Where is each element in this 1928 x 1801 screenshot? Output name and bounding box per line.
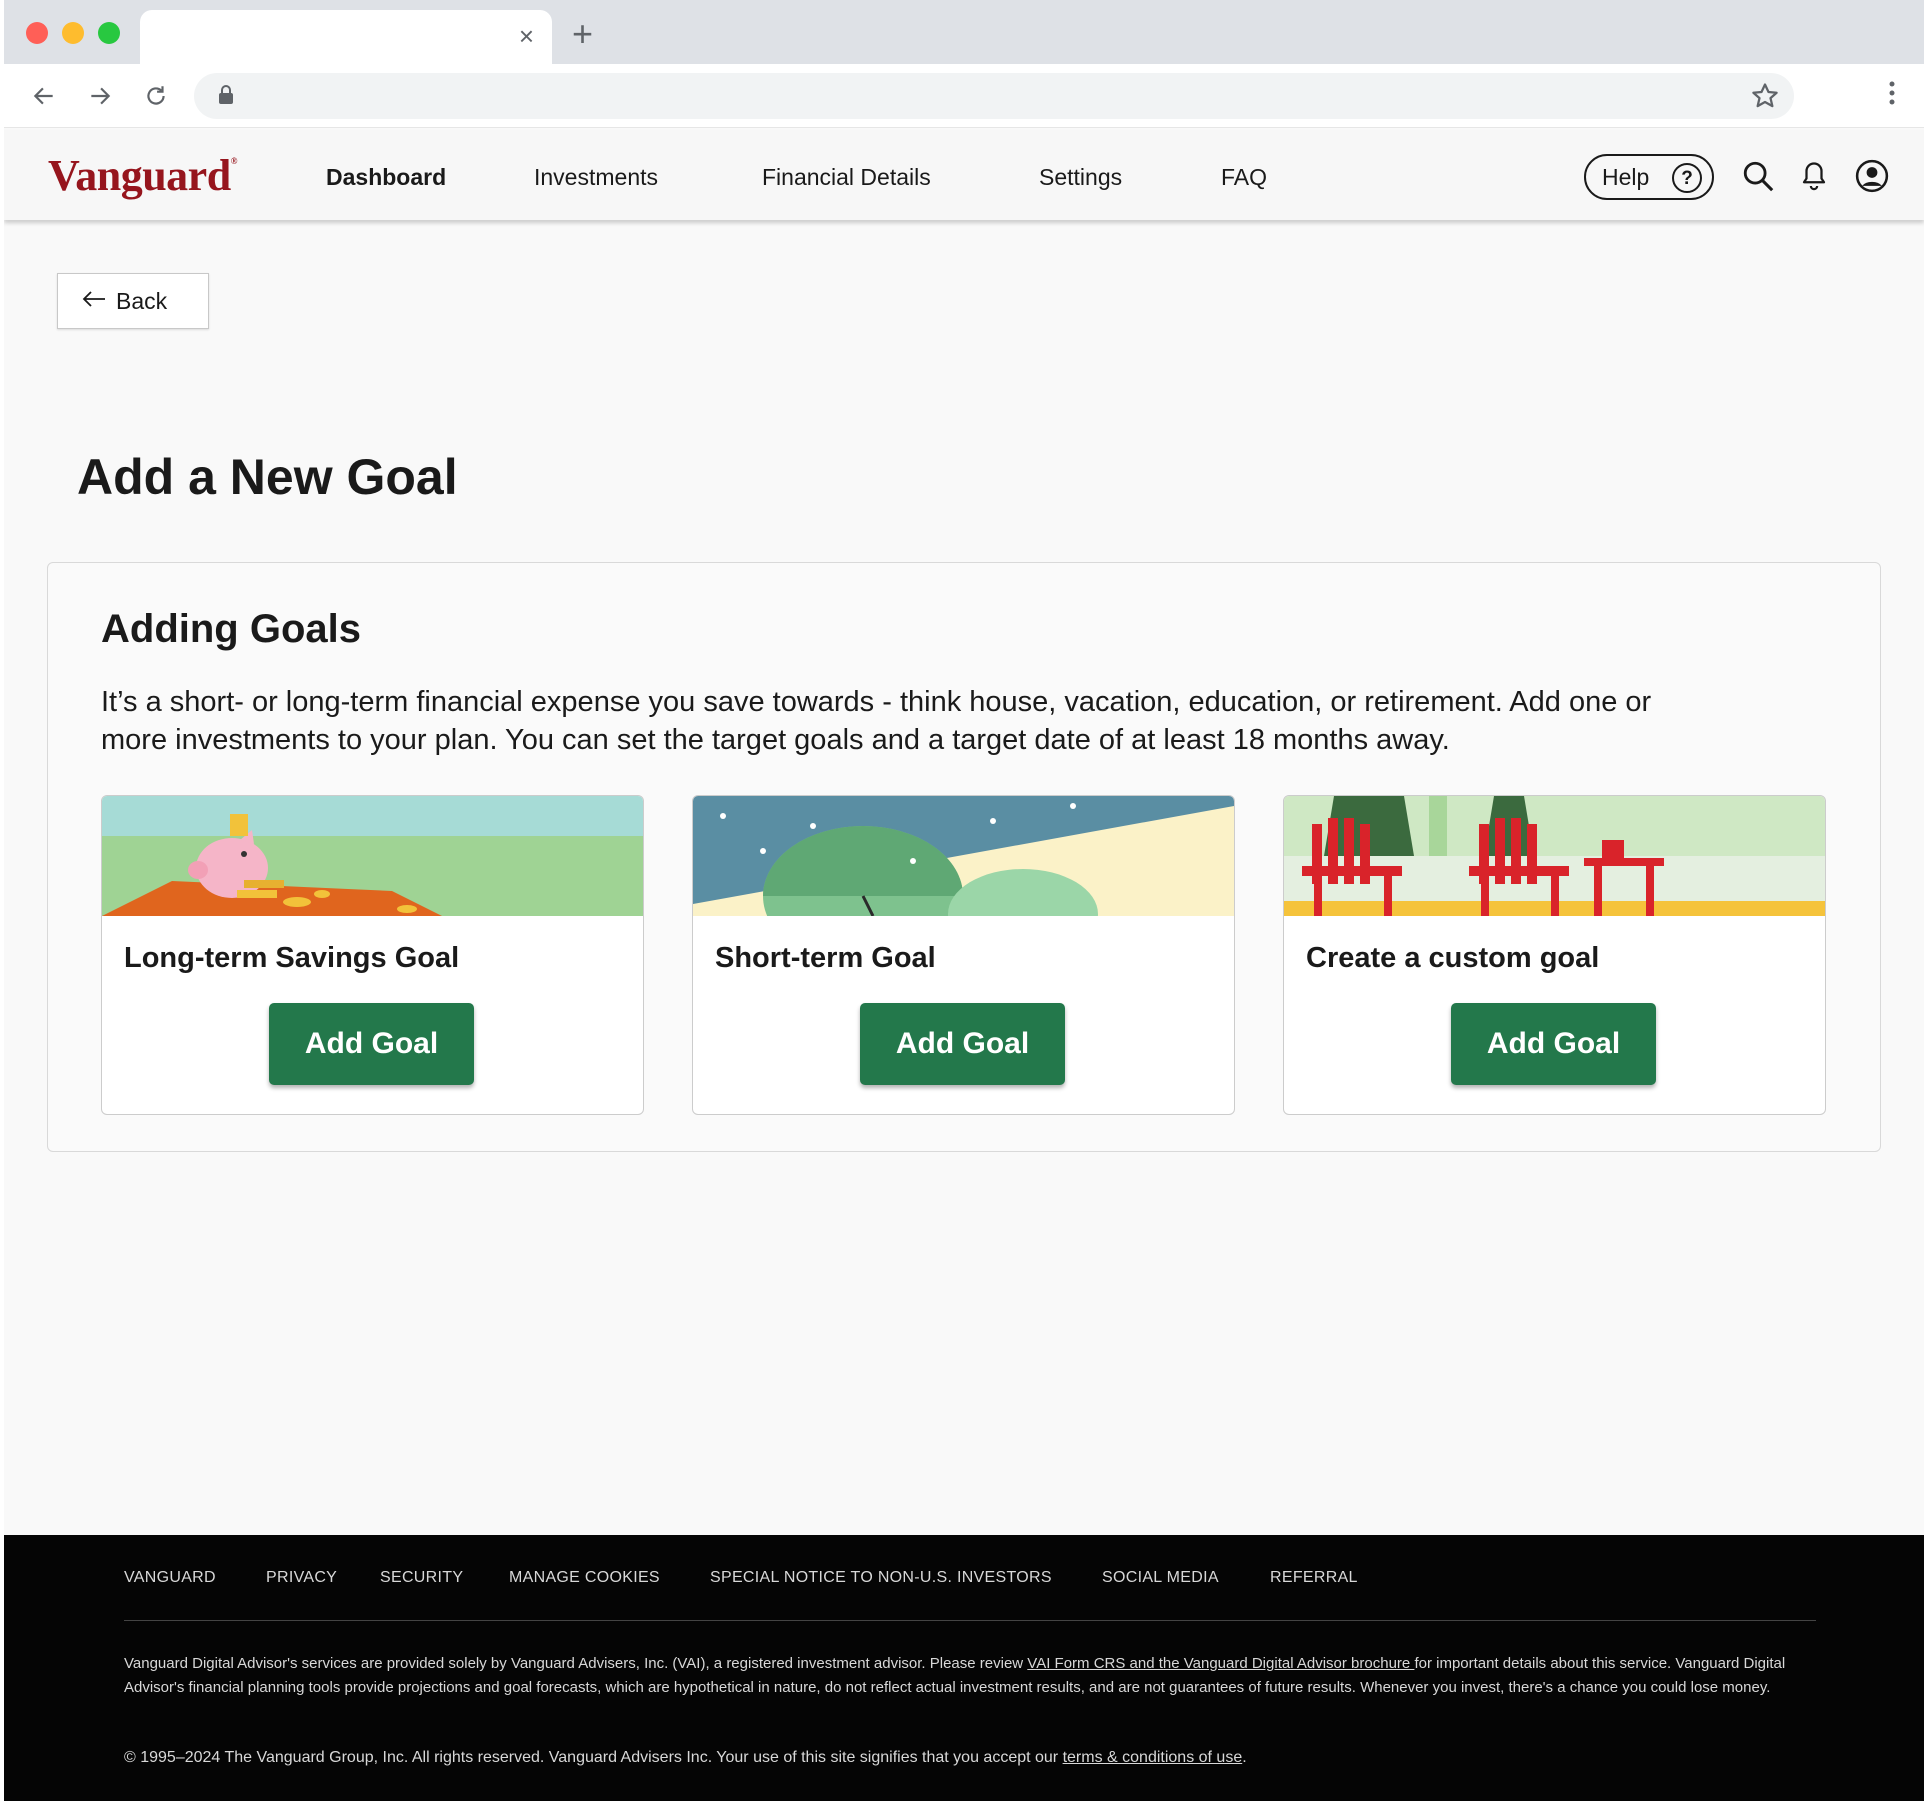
help-icon: ?: [1672, 163, 1702, 193]
nav-investments[interactable]: Investments: [534, 164, 658, 191]
back-label: Back: [116, 287, 168, 314]
footer-link-vanguard[interactable]: VANGUARD: [124, 1569, 216, 1587]
vai-form-crs-link[interactable]: VAI Form CRS and the Vanguard Digital Ad…: [1027, 1655, 1414, 1672]
page-title: Add a New Goal: [77, 449, 458, 505]
nav-faq[interactable]: FAQ: [1221, 164, 1267, 191]
star-icon[interactable]: [1750, 81, 1780, 116]
panel-description: It’s a short- or long-term financial exp…: [101, 686, 1652, 756]
new-tab-button[interactable]: +: [572, 16, 593, 52]
logo-text: Vanguard: [48, 151, 231, 200]
footer-link-non-us-investors[interactable]: SPECIAL NOTICE TO NON-U.S. INVESTORS: [710, 1569, 1052, 1587]
add-goal-button[interactable]: Add Goal: [1451, 1003, 1656, 1085]
terms-link[interactable]: terms & conditions of use: [1063, 1749, 1243, 1766]
disclosure-text-pre: Vanguard Digital Advisor's services are …: [124, 1655, 1028, 1672]
browser-toolbar: [4, 64, 1924, 128]
footer-divider: [124, 1620, 1816, 1621]
card-title: Short-term Goal: [715, 942, 936, 974]
logo-trademark: ®: [230, 156, 238, 166]
back-arrow-icon[interactable]: [26, 78, 62, 114]
back-button[interactable]: Back: [57, 273, 209, 329]
nav-settings[interactable]: Settings: [1039, 164, 1122, 191]
goal-card-custom: Create a custom goal Add Goal: [1283, 795, 1826, 1115]
add-goal-button[interactable]: Add Goal: [860, 1003, 1065, 1085]
maximize-window-button[interactable]: [98, 22, 120, 44]
reload-icon[interactable]: [138, 78, 174, 114]
forward-arrow-icon[interactable]: [82, 78, 118, 114]
tab-close-icon[interactable]: ×: [519, 22, 534, 50]
minimize-window-button[interactable]: [62, 22, 84, 44]
address-bar[interactable]: [194, 73, 1794, 119]
search-icon[interactable]: [1738, 156, 1778, 196]
footer-copyright: © 1995–2024 The Vanguard Group, Inc. All…: [124, 1749, 1824, 1767]
goal-card-short-term: Short-term Goal Add Goal: [692, 795, 1235, 1115]
piggy-bank-illustration: [102, 796, 643, 916]
back-arrow-icon: [82, 287, 106, 315]
footer-link-social-media[interactable]: SOCIAL MEDIA: [1102, 1569, 1219, 1587]
panel-title: Adding Goals: [101, 607, 361, 651]
add-goal-button[interactable]: Add Goal: [269, 1003, 474, 1085]
footer-link-privacy[interactable]: PRIVACY: [266, 1569, 337, 1587]
goal-card-long-term: Long-term Savings Goal Add Goal: [101, 795, 644, 1115]
beach-chairs-illustration: [1284, 796, 1825, 916]
help-label: Help: [1602, 163, 1650, 190]
kebab-menu-icon[interactable]: [1888, 80, 1896, 111]
vanguard-logo[interactable]: Vanguard®: [48, 150, 237, 201]
footer-link-referral[interactable]: REFERRAL: [1270, 1569, 1358, 1587]
browser-tab[interactable]: ×: [140, 10, 552, 64]
card-title: Create a custom goal: [1306, 942, 1600, 974]
footer-disclosure: Vanguard Digital Advisor's services are …: [124, 1652, 1824, 1700]
footer-link-manage-cookies[interactable]: MANAGE COOKIES: [509, 1569, 660, 1587]
bell-icon[interactable]: [1794, 156, 1834, 196]
nav-dashboard[interactable]: Dashboard: [326, 164, 446, 191]
browser-window: × + Vanguard® Dashboard Investments Fina…: [4, 0, 1924, 1801]
close-window-button[interactable]: [26, 22, 48, 44]
account-icon[interactable]: [1852, 156, 1892, 196]
copyright-text-pre: © 1995–2024 The Vanguard Group, Inc. All…: [124, 1749, 1063, 1766]
help-button[interactable]: Help ?: [1584, 154, 1714, 200]
card-title: Long-term Savings Goal: [124, 942, 460, 974]
umbrella-illustration: [693, 796, 1234, 916]
nav-financial-details[interactable]: Financial Details: [762, 164, 931, 191]
site-header: Vanguard® Dashboard Investments Financia…: [4, 130, 1924, 220]
site-footer: VANGUARD PRIVACY SECURITY MANAGE COOKIES…: [4, 1535, 1924, 1801]
lock-icon: [218, 85, 234, 110]
copyright-text-post: .: [1242, 1749, 1247, 1766]
tab-bar: × +: [4, 0, 1924, 64]
adding-goals-panel: Adding Goals It’s a short- or long-term …: [47, 562, 1881, 1152]
footer-link-security[interactable]: SECURITY: [380, 1569, 463, 1587]
